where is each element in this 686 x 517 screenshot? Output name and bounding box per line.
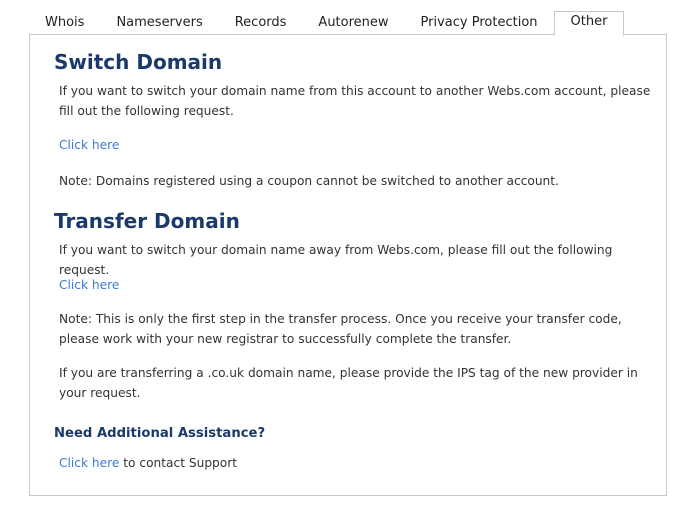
tab-privacy-protection[interactable]: Privacy Protection [405, 13, 554, 35]
assistance-title: Need Additional Assistance? [54, 426, 266, 441]
assistance-line: Click here to contact Support [59, 453, 651, 473]
transfer-domain-click-here-link[interactable]: Click here [59, 278, 119, 292]
transfer-domain-note: Note: This is only the first step in the… [59, 312, 622, 346]
switch-domain-link-row: Click here [59, 135, 651, 155]
tab-nameservers[interactable]: Nameservers [100, 13, 218, 35]
tab-autorenew[interactable]: Autorenew [302, 13, 404, 35]
contact-support-click-here-link[interactable]: Click here [59, 456, 119, 470]
clipped-heading-fragment [52, 0, 212, 2]
transfer-domain-link-row: Click here [59, 275, 651, 295]
tab-records[interactable]: Records [219, 13, 303, 35]
transfer-domain-description: If you want to switch your domain name a… [59, 243, 613, 277]
tab-other[interactable]: Other [553, 11, 625, 36]
transfer-couk-note: If you are transferring a .co.uk domain … [59, 366, 638, 400]
tab-bar: Whois Nameservers Records Autorenew Priv… [29, 11, 625, 36]
domain-page: Whois Nameservers Records Autorenew Priv… [0, 0, 686, 517]
tab-whois[interactable]: Whois [29, 13, 100, 35]
switch-domain-description: If you want to switch your domain name f… [59, 84, 651, 118]
switch-domain-note: Note: Domains registered using a coupon … [59, 174, 559, 188]
switch-domain-click-here-link[interactable]: Click here [59, 138, 119, 152]
transfer-domain-title: Transfer Domain [54, 209, 240, 233]
assistance-suffix: to contact Support [119, 456, 238, 470]
switch-domain-title: Switch Domain [54, 50, 223, 74]
